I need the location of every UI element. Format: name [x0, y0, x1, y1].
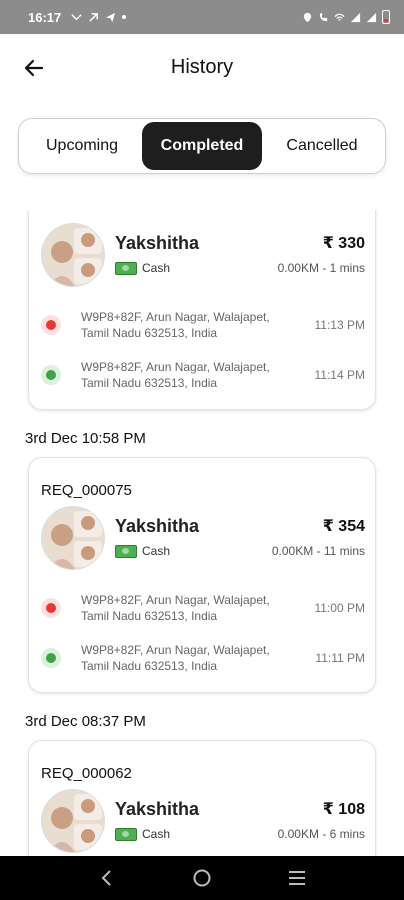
drop-time: 11:14 PM: [314, 368, 365, 382]
recents-nav-icon: [288, 871, 305, 885]
fare-amount: ₹ 108: [322, 801, 365, 818]
distance-duration: 0.00KM - 1 mins: [277, 261, 365, 275]
drop-dot-icon: [41, 648, 61, 668]
payment-label: Cash: [142, 544, 171, 558]
nav-home-button[interactable]: [188, 864, 216, 892]
status-bar: 16:17: [0, 0, 404, 34]
distance-duration: 0.00KM - 11 mins: [271, 544, 365, 558]
payment-method: Cash: [115, 544, 170, 558]
back-nav-icon: [101, 870, 112, 886]
rider-avatar: [41, 506, 105, 570]
rider-name: Yakshitha: [115, 799, 200, 819]
ride-card[interactable]: REQ_000075 Yakshitha Cash ₹ 354 0.00KM -…: [28, 457, 376, 693]
pickup-stop: W9P8+82F, Arun Nagar, Walajapet, Tamil N…: [41, 307, 365, 343]
distance-duration: 0.00KM - 6 mins: [277, 827, 365, 841]
status-time: 16:17: [28, 9, 62, 25]
rider-avatar: [41, 223, 105, 287]
rider-photo-icon: [42, 790, 104, 852]
ride-status-tabs: Upcoming Completed Cancelled: [18, 118, 386, 174]
page-title: History: [170, 55, 234, 78]
ride-date-heading: 3rd Dec 08:37 PM: [25, 713, 146, 730]
location-icon: [303, 12, 312, 22]
payment-method: Cash: [115, 827, 170, 841]
rider-photo-icon: [42, 224, 104, 286]
system-nav-bar: [0, 856, 404, 900]
vowifi-icon: [319, 12, 328, 21]
pickup-time: 11:00 PM: [314, 601, 365, 615]
signal-icon: [366, 12, 377, 22]
ride-card[interactable]: Yakshitha Cash ₹ 330 0.00KM - 1 mins W9P…: [28, 210, 376, 410]
payment-label: Cash: [142, 261, 171, 275]
nav-recents-button[interactable]: [283, 864, 311, 892]
notification-icons: [71, 12, 127, 23]
pickup-stop: W9P8+82F, Arun Nagar, Walajapet, Tamil N…: [41, 590, 365, 626]
rider-name: Yakshitha: [115, 233, 200, 253]
drop-address: W9P8+82F, Arun Nagar, Walajapet, Tamil N…: [81, 643, 270, 673]
drop-time: 11:11 PM: [315, 651, 365, 665]
tab-upcoming[interactable]: Upcoming: [22, 122, 142, 170]
cash-icon: [115, 827, 137, 841]
payment-label: Cash: [142, 827, 171, 841]
tab-cancelled[interactable]: Cancelled: [262, 122, 382, 170]
pickup-time: 11:13 PM: [314, 318, 365, 332]
ride-card[interactable]: REQ_000062 Yakshitha Cash ₹ 108 0.00KM -…: [28, 740, 376, 856]
link-icon: [89, 12, 99, 22]
pickup-address: W9P8+82F, Arun Nagar, Walajapet, Tamil N…: [81, 593, 270, 623]
pickup-address: W9P8+82F, Arun Nagar, Walajapet, Tamil N…: [81, 310, 270, 340]
arrow-left-icon: [24, 59, 44, 77]
fare-amount: ₹ 330: [322, 235, 365, 252]
rider-name: Yakshitha: [115, 516, 200, 536]
pickup-dot-icon: [41, 315, 61, 335]
home-nav-icon: [193, 869, 211, 887]
rider-avatar: [41, 789, 105, 853]
pickup-dot-icon: [41, 598, 61, 618]
rider-info: Yakshitha Cash ₹ 330 0.00KM - 1 mins: [41, 223, 365, 287]
app-bar: History: [0, 34, 404, 100]
ride-history-list[interactable]: Yakshitha Cash ₹ 330 0.00KM - 1 mins W9P…: [0, 210, 404, 856]
rider-info: Yakshitha Cash ₹ 354 0.00KM - 11 mins: [41, 506, 365, 570]
signal-icon: [350, 12, 361, 22]
cash-icon: [115, 261, 137, 275]
request-id: REQ_000062: [41, 765, 132, 782]
drop-address: W9P8+82F, Arun Nagar, Walajapet, Tamil N…: [81, 360, 270, 390]
back-button[interactable]: [20, 54, 48, 82]
rider-info: Yakshitha Cash ₹ 108 0.00KM - 6 mins: [41, 789, 365, 853]
cash-icon: [115, 544, 137, 558]
payment-method: Cash: [115, 261, 170, 275]
system-icons: [302, 10, 390, 24]
drop-stop: W9P8+82F, Arun Nagar, Walajapet, Tamil N…: [41, 640, 365, 676]
battery-low-icon: [382, 10, 390, 24]
telegram-icon: [106, 12, 116, 22]
wifi-icon: [334, 13, 345, 21]
missed-call-icon: [71, 13, 82, 20]
drop-stop: W9P8+82F, Arun Nagar, Walajapet, Tamil N…: [41, 357, 365, 393]
tab-completed[interactable]: Completed: [142, 122, 262, 170]
drop-dot-icon: [41, 365, 61, 385]
rider-photo-icon: [42, 507, 104, 569]
dot-icon: [122, 15, 127, 19]
fare-amount: ₹ 354: [322, 518, 365, 535]
ride-date-heading: 3rd Dec 10:58 PM: [25, 430, 146, 447]
request-id: REQ_000075: [41, 482, 132, 499]
nav-back-button[interactable]: [93, 864, 121, 892]
